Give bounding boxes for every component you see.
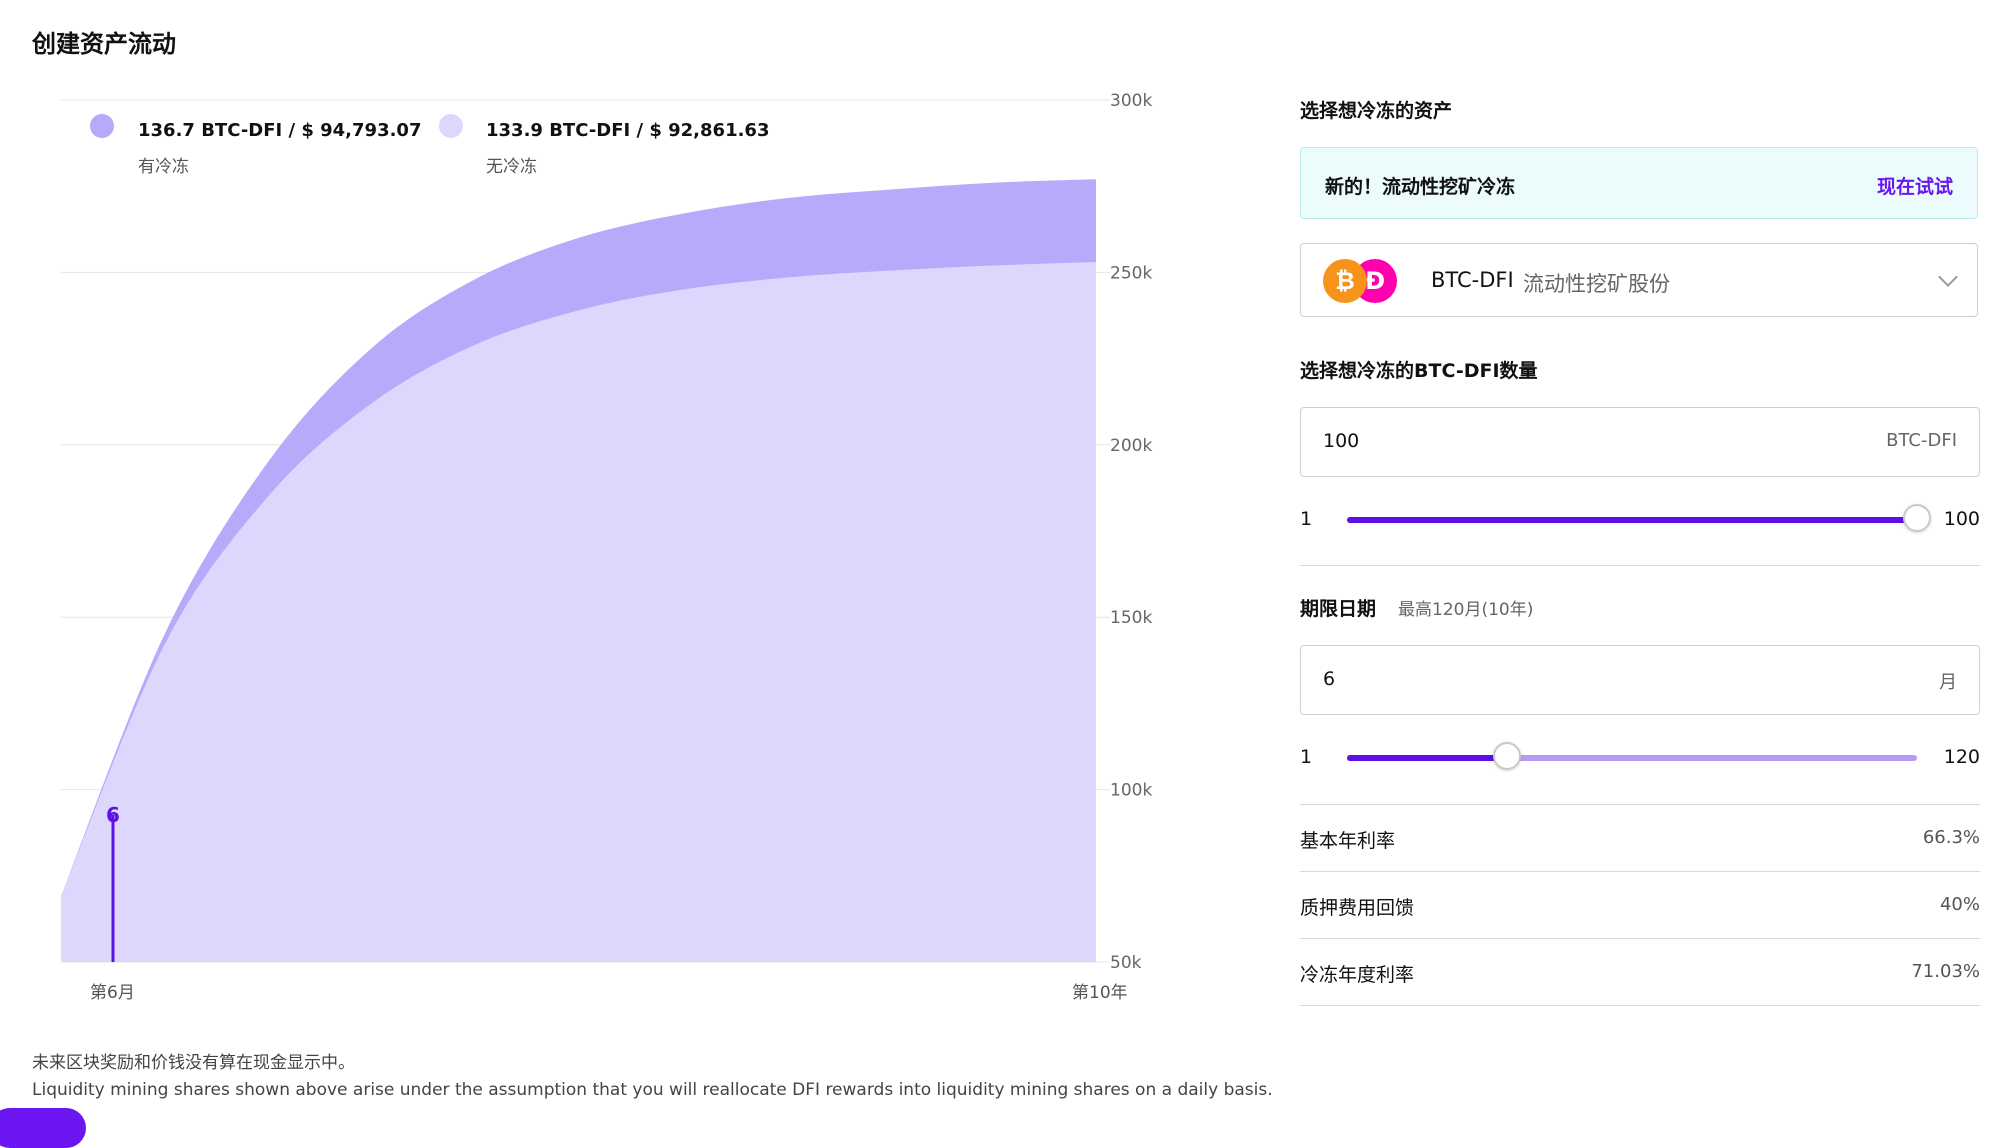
asset-section-label: 选择想冷冻的资产 [1300,100,1453,122]
divider [1300,804,1980,805]
divider [1300,565,1980,566]
series-area-1 [61,262,1096,962]
term-slider-min: 1 [1300,746,1313,768]
legend-frozen-amount: 136.7 BTC-DFI / $ 94,793.07 [138,120,422,141]
amount-slider[interactable] [1347,504,1931,532]
amount-unit: BTC-DFI [1886,430,1957,451]
amount-slider-fill [1347,517,1917,523]
legend-frozen-dot [90,114,114,138]
base-apr-value: 66.3% [1922,827,1980,848]
y-tick-label: 150k [1110,608,1152,628]
staking-fee-rebate-value: 40% [1939,894,1980,915]
term-input[interactable]: 6 月 [1300,645,1980,715]
x-tick-end: 第10年 [1072,983,1128,1003]
chevron-down-icon [1938,267,1958,287]
footnote-assumption: Liquidity mining shares shown above aris… [32,1080,1273,1100]
promo-try-now-link[interactable]: 现在试试 [1877,172,1953,199]
amount-input[interactable]: 100 BTC-DFI [1300,407,1980,477]
divider [1300,1005,1980,1006]
asset-description: 流动性挖矿股份 [1523,272,1670,296]
amount-section-label: 选择想冷冻的BTC-DFI数量 [1300,360,1538,382]
freeze-apr-value: 71.03% [1911,961,1980,982]
term-value: 6 [1323,668,1336,690]
asset-pair: BTC-DFI [1431,268,1514,292]
term-slider-fill [1347,755,1507,761]
term-slider[interactable] [1347,742,1917,770]
term-section-label: 期限日期 最高120月(10年) [1300,594,1533,621]
divider [1300,938,1980,939]
chart-svg: 300k 250k 200k 150k 100k 50k 6 [61,91,1152,973]
freeze-apr-label: 冷冻年度利率 [1300,964,1415,986]
amount-value: 100 [1323,430,1360,452]
liquidity-chart: 300k 250k 200k 150k 100k 50k 6 136.7 BTC-DFI … [0,0,1200,1003]
y-tick-label: 300k [1110,91,1152,111]
bottom-action-button[interactable] [0,1108,86,1148]
y-tick-label: 250k [1110,263,1152,283]
legend-unfrozen-label: 无冷冻 [486,157,537,177]
legend-unfrozen-amount: 133.9 BTC-DFI / $ 92,861.63 [486,120,770,141]
divider [1300,871,1980,872]
freeze-settings-panel: 选择想冷冻的资产 新的！流动性挖矿冷冻 现在试试 ₿ Ð BTC-DFI 流动性… [1300,0,1980,1121]
term-label: 期限日期 [1300,598,1377,620]
marker-label: 6 [106,803,120,827]
btc-coin-icon: ₿ [1323,259,1367,303]
y-tick-label: 100k [1110,781,1152,801]
staking-fee-rebate-label: 质押费用回馈 [1300,897,1415,919]
promo-text: 新的！流动性挖矿冷冻 [1325,176,1516,198]
amount-slider-thumb[interactable] [1903,504,1931,532]
legend-frozen-label: 有冷冻 [138,157,189,177]
amount-slider-min: 1 [1300,508,1313,530]
term-slider-max: 120 [1943,746,1980,768]
x-tick-start: 第6月 [90,983,135,1003]
y-tick-label: 200k [1110,436,1152,456]
legend-unfrozen-dot [439,114,463,138]
y-tick-label: 50k [1110,953,1142,973]
asset-select[interactable]: ₿ Ð BTC-DFI 流动性挖矿股份 [1300,243,1978,317]
base-apr-label: 基本年利率 [1300,830,1396,852]
term-hint: 最高120月(10年) [1398,600,1534,620]
footnote-rewards: 未来区块奖励和价钱没有算在现金显示中。 [32,1053,355,1073]
promo-banner: 新的！流动性挖矿冷冻 现在试试 [1300,147,1978,219]
amount-slider-max: 100 [1943,508,1980,530]
term-slider-thumb[interactable] [1492,742,1521,770]
term-unit: 月 [1939,672,1957,693]
